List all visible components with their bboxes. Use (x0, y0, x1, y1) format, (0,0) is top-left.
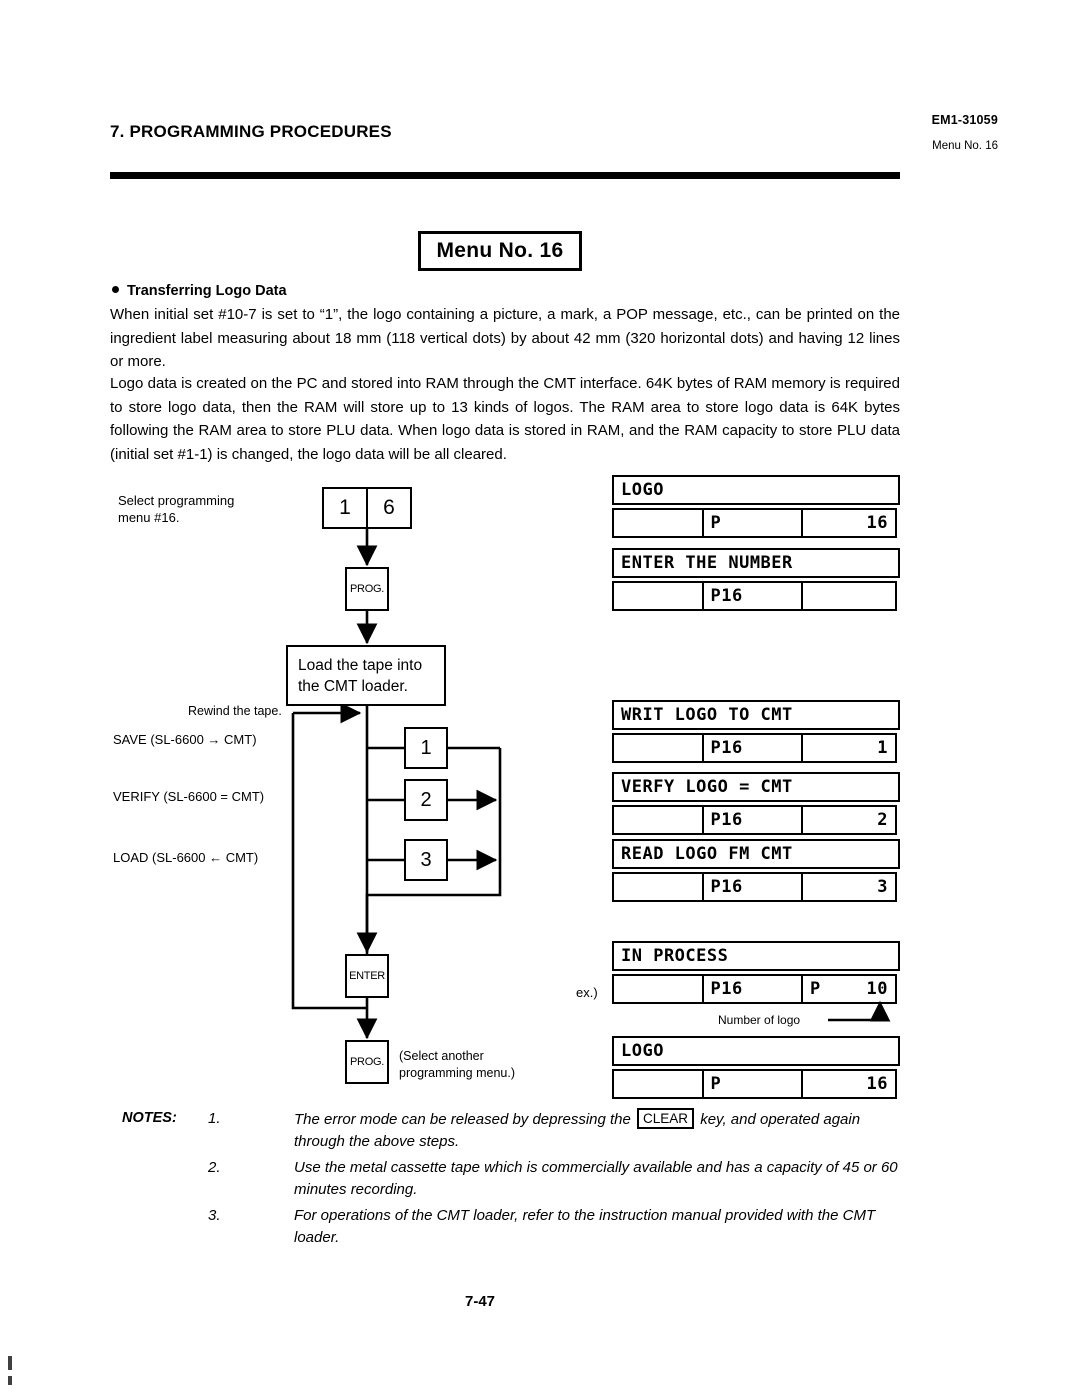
display-cell-left (612, 733, 704, 763)
display-cell-mid: P (701, 508, 804, 538)
document-page: 7. PROGRAMMING PROCEDURES EM1-31059 Menu… (0, 0, 1080, 1397)
display-writ-logo-to-cmt: WRIT LOGO TO CMT P16 1 (612, 700, 900, 763)
keypad-entry-box: 1 6 (322, 487, 412, 529)
display-line-1: VERFY LOGO = CMT (612, 772, 900, 802)
note-number: 2. (208, 1159, 221, 1176)
note-item: 1. The error mode can be released by dep… (122, 1108, 912, 1153)
menu-number-label: Menu No. 16 (436, 239, 564, 262)
clear-key-glyph[interactable]: CLEAR (637, 1108, 695, 1129)
display-cell-right: 16 (801, 1069, 897, 1099)
paragraph-two: Logo data is created on the PC and store… (110, 375, 900, 463)
scan-artifact-mark (8, 1376, 12, 1385)
display-cell-left (612, 974, 704, 1004)
display-cell-mid: P16 (701, 872, 804, 902)
note-number: 3. (208, 1207, 221, 1224)
note-number: 1. (208, 1110, 221, 1127)
display-cell-left (612, 508, 704, 538)
display-line-1: LOGO (612, 1036, 900, 1066)
display-row-2: P 16 (612, 1069, 900, 1099)
display-logo-final: LOGO P 16 (612, 1036, 900, 1099)
bullet-icon (112, 286, 119, 293)
header-menu-reference: Menu No. 16 (932, 140, 998, 152)
scan-artifact-mark (8, 1356, 12, 1370)
display-verfy-logo-eq-cmt: VERFY LOGO = CMT P16 2 (612, 772, 900, 835)
option-key-3[interactable]: 3 (404, 839, 448, 881)
option-key-1[interactable]: 1 (404, 727, 448, 769)
rewind-tape-label: Rewind the tape. (188, 704, 282, 718)
header-rule (110, 172, 900, 179)
enter-key[interactable]: ENTER (345, 954, 389, 998)
menu-number-title-box: Menu No. 16 (418, 231, 582, 271)
display-cell-mid: P16 (701, 733, 804, 763)
option-key-2[interactable]: 2 (404, 779, 448, 821)
load-tape-instruction-box: Load the tape into the CMT loader. (286, 645, 446, 706)
display-cell-left (612, 805, 704, 835)
display-cell-mid: P16 (701, 974, 804, 1004)
number-of-logo-label: Number of logo (718, 1013, 801, 1027)
bullet-heading-label: Transferring Logo Data (127, 283, 287, 299)
prog-key-bottom[interactable]: PROG. (345, 1040, 389, 1084)
display-cell-right: P 10 (801, 974, 897, 1004)
display-cell-right: 16 (801, 508, 897, 538)
display-cell-mid: P16 (701, 581, 804, 611)
prog-key-top[interactable]: PROG. (345, 567, 389, 611)
display-logo-initial: LOGO P 16 (612, 475, 900, 538)
example-prefix-label: ex.) (576, 985, 598, 1000)
display-cell-mid: P16 (701, 805, 804, 835)
document-code: EM1-31059 (931, 113, 998, 127)
page-number: 7-47 (0, 1293, 1080, 1310)
display-cell-right-value: 10 (866, 979, 888, 999)
display-enter-the-number: ENTER THE NUMBER P16 (612, 548, 900, 611)
select-another-menu-label: (Select another programming menu.) (399, 1049, 516, 1080)
display-cell-right: 2 (801, 805, 897, 835)
display-cell-right (801, 581, 897, 611)
keypad-digit-2: 6 (383, 496, 395, 519)
option-label-verify: VERIFY (SL-6600 = CMT) (113, 789, 265, 804)
display-line-1: ENTER THE NUMBER (612, 548, 900, 578)
display-row-2: P16 2 (612, 805, 900, 835)
note-text-before-key: The error mode can be released by depres… (294, 1111, 636, 1128)
display-line-1: READ LOGO FM CMT (612, 839, 900, 869)
display-read-logo-fm-cmt: READ LOGO FM CMT P16 3 (612, 839, 900, 902)
option-label-load: LOAD (SL-6600 ← CMT) (113, 850, 259, 865)
note-text: For operations of the CMT loader, refer … (294, 1207, 876, 1246)
paragraph-one: When initial set #10-7 is set to “1”, th… (110, 306, 900, 370)
select-menu-label: Select programming menu #16. (118, 493, 235, 525)
display-row-2: P16 P 10 (612, 974, 900, 1004)
display-cell-mid: P (701, 1069, 804, 1099)
page-number-value: 7-47 (464, 1293, 496, 1310)
section-bullet-heading: Transferring Logo Data (112, 283, 287, 299)
keypad-digit-1: 1 (324, 489, 368, 527)
note-item: 2. Use the metal cassette tape which is … (122, 1157, 912, 1201)
display-cell-left (612, 872, 704, 902)
display-row-2: P 16 (612, 508, 900, 538)
display-cell-left (612, 581, 704, 611)
option-label-save: SAVE (SL-6600 → CMT) (113, 732, 257, 747)
display-line-1: IN PROCESS (612, 941, 900, 971)
note-text: The error mode can be released by depres… (294, 1108, 912, 1153)
display-line-1: LOGO (612, 475, 900, 505)
display-cell-right: 3 (801, 872, 897, 902)
display-row-2: P16 3 (612, 872, 900, 902)
display-cell-left (612, 1069, 704, 1099)
page-title: 7. PROGRAMMING PROCEDURES (110, 122, 392, 141)
notes-section: NOTES: 1. The error mode can be released… (122, 1108, 912, 1253)
display-cell-right-prefix: P (810, 979, 821, 999)
display-in-process: IN PROCESS P16 P 10 (612, 941, 900, 1004)
note-item: 3. For operations of the CMT loader, ref… (122, 1205, 912, 1249)
note-text: Use the metal cassette tape which is com… (294, 1159, 898, 1198)
display-line-1: WRIT LOGO TO CMT (612, 700, 900, 730)
display-row-2: P16 1 (612, 733, 900, 763)
display-cell-right: 1 (801, 733, 897, 763)
display-row-2: P16 (612, 581, 900, 611)
